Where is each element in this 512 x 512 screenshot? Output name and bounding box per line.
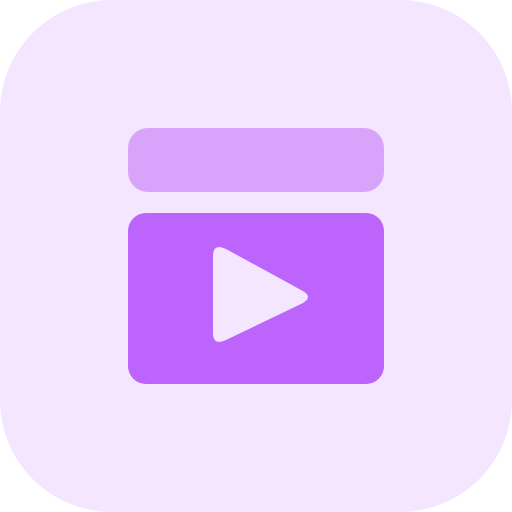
video-playlist-icon bbox=[0, 0, 512, 512]
video-playlist-app-icon[interactable] bbox=[0, 0, 512, 512]
top-bar bbox=[128, 128, 384, 192]
